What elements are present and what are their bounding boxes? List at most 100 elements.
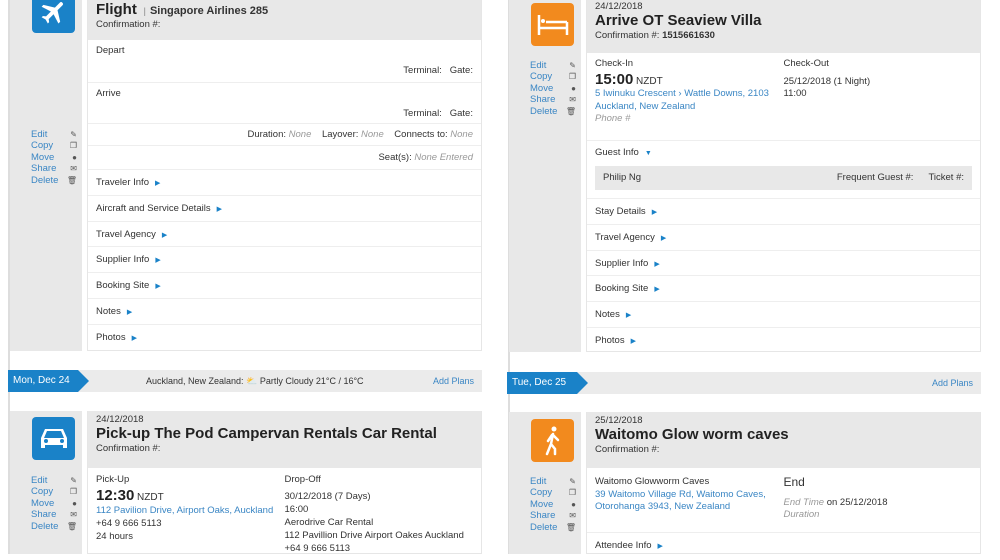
section-photos[interactable]: Photos ▶ [587,326,980,353]
copy-button[interactable]: Copy ❐ [31,486,77,497]
bed-icon [531,3,574,46]
share-button[interactable]: Share ✉ [31,509,77,520]
trash-icon: 🗑 [565,522,576,532]
trash-icon: 🗑 [66,175,77,185]
move-button[interactable]: Move ● [31,152,77,163]
edit-label: Edit [31,475,48,486]
delete-button[interactable]: Delete 🗑 [530,106,576,117]
expand-arrow-icon: ▶ [654,286,660,294]
section-label: Notes [595,309,620,321]
share-button[interactable]: Share ✉ [530,510,576,521]
expand-arrow-icon: ▶ [154,180,161,187]
add-plans-link[interactable]: Add Plans [433,376,474,386]
copy-icon: ❐ [568,488,576,498]
share-label: Share [31,509,57,521]
flight-airline: Singapore Airlines 285 [149,5,269,17]
guest-info-toggle[interactable]: Guest Info ▼ [595,147,972,158]
section-booking-site[interactable]: Booking Site ▶ [88,272,481,298]
expand-arrow-icon: ▶ [654,260,660,268]
pickup-label: Pick-Up [96,474,130,485]
section-notes[interactable]: Notes ▶ [88,297,481,324]
expand-arrow-icon: ▶ [630,337,636,345]
activity-address-link-2[interactable]: Otorohanga 3943, New Zealand [595,501,784,514]
duration-label: Duration [783,509,820,520]
edit-label: Edit [530,476,547,487]
edit-button[interactable]: Edit ✎ [31,129,77,140]
terminal-label: Terminal: [403,108,442,119]
delete-button[interactable]: Delete 🗑 [31,521,77,532]
pencil-icon: ✎ [70,476,77,485]
address-line: Wattle Downs, 2103 [684,88,769,99]
depart-label: Depart [96,45,125,56]
dropoff-label: Drop-Off [284,474,321,485]
delete-button[interactable]: Delete 🗑 [31,175,77,186]
activity-address-link[interactable]: 39 Waitomo Village Rd, Waitomo Caves, [595,489,784,502]
checkout-time: 11:00 [783,88,807,99]
section-label: Stay Details [595,206,646,217]
edit-button[interactable]: Edit ✎ [530,60,576,71]
end-date: on 25/12/2018 [826,496,888,508]
expand-arrow-icon: ▶ [660,234,667,242]
delete-label: Delete [530,105,558,117]
section-photos[interactable]: Photos ▶ [88,323,481,350]
delete-button[interactable]: Delete 🗑 [530,522,576,533]
copy-button[interactable]: Copy ❐ [530,71,576,82]
share-button[interactable]: Share ✉ [530,94,576,105]
expand-arrow-icon: ▶ [216,205,222,213]
section-stay-details[interactable]: Stay Details ▶ [587,198,980,224]
pickup-phone: +64 9 666 5113 [96,518,162,529]
copy-button[interactable]: Copy ❐ [530,487,576,498]
trash-icon: 🗑 [565,106,576,116]
copy-button[interactable]: Copy ❐ [31,140,77,151]
item-date: 24/12/2018 [96,414,144,425]
section-traveler-info[interactable]: Traveler Info ▶ [88,169,481,195]
edit-button[interactable]: Edit ✎ [31,475,77,486]
hotel-address-link[interactable]: 5 Iwinuku Crescent › Wattle Downs, 2103 [595,88,784,101]
day-label: Mon, Dec 24 [8,370,89,392]
section-aircraft[interactable]: Aircraft and Service Details ▶ [88,194,481,221]
item-date: 25/12/2018 [595,415,643,426]
move-button[interactable]: Move ● [530,499,576,510]
timezone: NZDT [137,492,164,503]
add-plans-link[interactable]: Add Plans [932,378,973,388]
pickup-address-link[interactable]: 112 Pavilion Drive, Airport Oaks, Auckla… [96,504,285,517]
section-label: Booking Site [595,283,649,295]
seats-label: Seat(s): [378,152,412,163]
move-button[interactable]: Move ● [530,83,576,94]
pencil-icon: ✎ [569,477,576,486]
envelope-icon: ✉ [70,164,77,174]
section-travel-agency[interactable]: Travel Agency ▶ [88,220,481,247]
seats-value: None Entered [414,152,473,163]
confirmation-number: 1515661630 [662,30,715,41]
expand-arrow-icon: ▶ [155,257,161,265]
section-booking-site[interactable]: Booking Site ▶ [587,275,980,301]
partly-cloudy-icon: ⛅ [246,376,258,386]
flight-card: Edit ✎ Copy ❐ Move ● Share ✉ Delete 🗑 Flight … [10,0,482,351]
pickup-hours: 24 hours [96,531,133,542]
hotel-city-link[interactable]: Auckland, New Zealand [595,101,784,114]
pickup-time: 12:30 [96,487,135,504]
section-supplier-info[interactable]: Supplier Info ▶ [587,249,980,276]
move-button[interactable]: Move ● [31,498,77,509]
dropoff-time: 16:00 [284,504,309,515]
section-travel-agency[interactable]: Travel Agency ▶ [587,223,980,250]
edit-label: Edit [31,129,48,140]
checkin-time: 15:00 [595,70,634,88]
pencil-icon: ✎ [70,130,77,139]
copy-label: Copy [530,71,553,83]
move-label: Move [530,498,554,510]
hand-icon: ● [72,152,77,162]
copy-label: Copy [31,140,54,152]
section-supplier-info[interactable]: Supplier Info ▶ [88,246,481,272]
delete-label: Delete [530,521,558,533]
section-label: Supplier Info [595,257,649,269]
connects-value: None [450,129,473,140]
move-label: Move [31,151,55,163]
share-button[interactable]: Share ✉ [31,163,77,174]
hotel-details: 24/12/2018 Arrive OT Seaview Villa Confi… [586,0,981,352]
section-notes[interactable]: Notes ▶ [587,301,980,327]
edit-button[interactable]: Edit ✎ [530,476,576,487]
section-label: Travel Agency [595,231,655,243]
copy-label: Copy [31,486,54,498]
address-line: 5 Iwinuku Crescent [595,88,676,99]
